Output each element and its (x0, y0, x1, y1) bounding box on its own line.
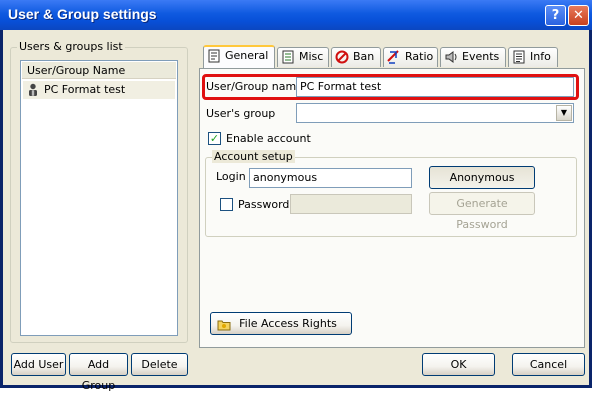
tab-general-label: General (225, 49, 269, 62)
ban-icon (335, 50, 349, 64)
close-button[interactable]: ✕ (568, 5, 589, 26)
column-header-user-group-name[interactable]: User/Group Name (22, 62, 176, 79)
title-bar[interactable]: User & Group settings ? ✕ (0, 0, 592, 30)
password-label: Password (238, 198, 290, 211)
tab-ban-label: Ban (353, 50, 375, 63)
tab-misc-label: Misc (299, 50, 324, 63)
file-access-rights-label: File Access Rights (239, 317, 337, 330)
info-icon (512, 50, 526, 64)
file-access-rights-button[interactable]: File Access Rights (210, 312, 352, 335)
users-group-label: User's group (206, 107, 276, 120)
tab-misc[interactable]: Misc (277, 47, 329, 67)
users-groups-groupbox: Users & groups list User/Group Name PC F… (10, 40, 188, 343)
account-setup-groupbox: Account setup Login anonymous Anonymous … (205, 150, 577, 237)
password-checkbox[interactable]: ✓ (220, 198, 233, 211)
delete-button[interactable]: Delete (131, 353, 188, 376)
ratio-icon (387, 50, 401, 64)
chevron-down-icon[interactable]: ▼ (556, 105, 572, 121)
password-field[interactable] (290, 194, 412, 214)
folder-icon (217, 317, 231, 331)
tab-ratio-label: Ratio (405, 50, 434, 63)
list-item[interactable]: PC Format test (23, 81, 175, 99)
users-groups-list[interactable]: User/Group Name PC Format test (20, 60, 178, 336)
anonymous-access-button[interactable]: Anonymous Access (429, 166, 535, 205)
login-label: Login (216, 170, 246, 183)
add-group-button[interactable]: Add Group (69, 353, 128, 392)
dialog-window: User & Group settings ? ✕ Users & groups… (0, 0, 592, 392)
tab-events[interactable]: Events (440, 47, 506, 67)
tab-ban[interactable]: Ban (331, 47, 381, 67)
enable-account-label: Enable account (226, 132, 311, 145)
misc-icon (281, 50, 295, 64)
ok-button[interactable]: OK (422, 353, 495, 376)
dialog-body: Users & groups list User/Group Name PC F… (3, 30, 589, 392)
generate-password-button[interactable]: Generate Password (429, 192, 535, 231)
users-group-select[interactable]: ▼ (296, 103, 574, 123)
help-button[interactable]: ? (545, 5, 566, 26)
add-user-button[interactable]: Add User (11, 353, 66, 376)
general-icon (207, 49, 221, 63)
general-tab-panel: User/Group name PC Format test User's gr… (199, 68, 585, 348)
highlight-frame (202, 74, 579, 100)
events-icon (444, 50, 458, 64)
account-setup-legend: Account setup (212, 150, 295, 163)
users-groups-legend: Users & groups list (17, 40, 125, 53)
cancel-button[interactable]: Cancel (512, 353, 585, 376)
tab-info[interactable]: Info (508, 47, 558, 67)
tab-general[interactable]: General (203, 45, 275, 68)
tab-events-label: Events (462, 50, 500, 63)
user-icon (27, 83, 39, 97)
tab-ratio[interactable]: Ratio (383, 47, 438, 67)
list-item-label: PC Format test (44, 83, 126, 96)
login-field[interactable]: anonymous (249, 168, 412, 188)
enable-account-checkbox[interactable]: ✓ (208, 132, 221, 145)
window-title: User & Group settings (8, 6, 157, 22)
tab-info-label: Info (530, 50, 551, 63)
